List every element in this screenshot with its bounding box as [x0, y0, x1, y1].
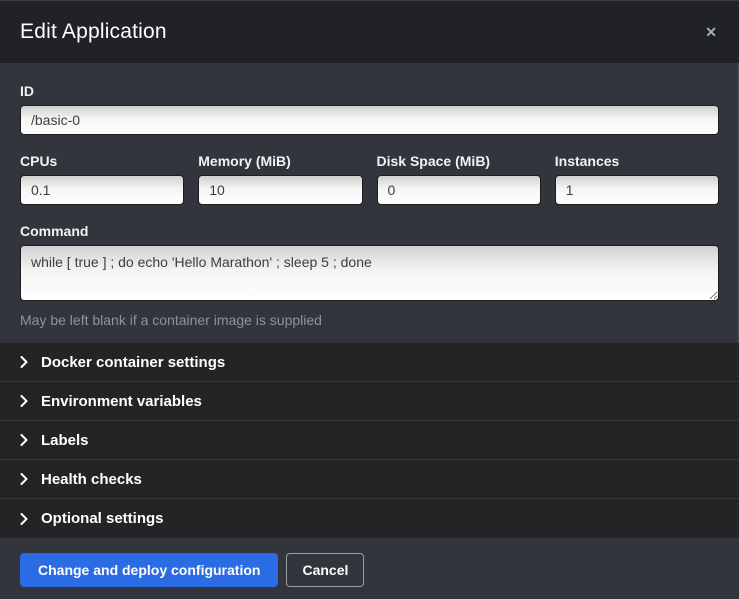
resource-row: CPUs Memory (MiB) Disk Space (MiB) Insta… — [20, 153, 719, 205]
close-icon[interactable]: ✕ — [703, 21, 719, 43]
command-field-group: Command while [ true ] ; do echo 'Hello … — [20, 223, 719, 328]
id-input[interactable] — [20, 105, 719, 135]
disk-label: Disk Space (MiB) — [377, 153, 541, 169]
command-textarea[interactable]: while [ true ] ; do echo 'Hello Marathon… — [20, 245, 719, 301]
cancel-button[interactable]: Cancel — [286, 553, 364, 587]
memory-label: Memory (MiB) — [198, 153, 362, 169]
modal-header: Edit Application ✕ — [0, 1, 739, 63]
chevron-right-icon — [20, 434, 28, 446]
instances-field-group: Instances — [555, 153, 719, 205]
change-and-deploy-button[interactable]: Change and deploy configuration — [20, 553, 278, 587]
memory-field-group: Memory (MiB) — [198, 153, 362, 205]
instances-label: Instances — [555, 153, 719, 169]
command-help-text: May be left blank if a container image i… — [20, 312, 719, 328]
section-label: Optional settings — [41, 510, 164, 527]
chevron-right-icon — [20, 395, 28, 407]
instances-input[interactable] — [555, 175, 719, 205]
section-label: Docker container settings — [41, 354, 225, 371]
cpus-input[interactable] — [20, 175, 184, 205]
modal-footer: Change and deploy configuration Cancel — [0, 538, 739, 599]
disk-input[interactable] — [377, 175, 541, 205]
section-optional-settings[interactable]: Optional settings — [0, 499, 739, 538]
section-label: Health checks — [41, 471, 142, 488]
cpus-field-group: CPUs — [20, 153, 184, 205]
section-label: Environment variables — [41, 393, 202, 410]
section-labels[interactable]: Labels — [0, 421, 739, 460]
disk-field-group: Disk Space (MiB) — [377, 153, 541, 205]
accordion-sections: Docker container settings Environment va… — [0, 343, 739, 538]
section-health-checks[interactable]: Health checks — [0, 460, 739, 499]
edit-application-modal: Edit Application ✕ ID CPUs Memory (MiB) … — [0, 0, 739, 599]
cpus-label: CPUs — [20, 153, 184, 169]
section-label: Labels — [41, 432, 89, 449]
chevron-right-icon — [20, 473, 28, 485]
chevron-right-icon — [20, 513, 28, 525]
section-environment-variables[interactable]: Environment variables — [0, 382, 739, 421]
id-label: ID — [20, 83, 719, 99]
id-field-group: ID — [20, 83, 719, 135]
page-title: Edit Application — [20, 20, 703, 44]
section-docker-container-settings[interactable]: Docker container settings — [0, 343, 739, 382]
modal-body: ID CPUs Memory (MiB) Disk Space (MiB) In… — [0, 63, 739, 343]
memory-input[interactable] — [198, 175, 362, 205]
command-label: Command — [20, 223, 719, 239]
chevron-right-icon — [20, 356, 28, 368]
